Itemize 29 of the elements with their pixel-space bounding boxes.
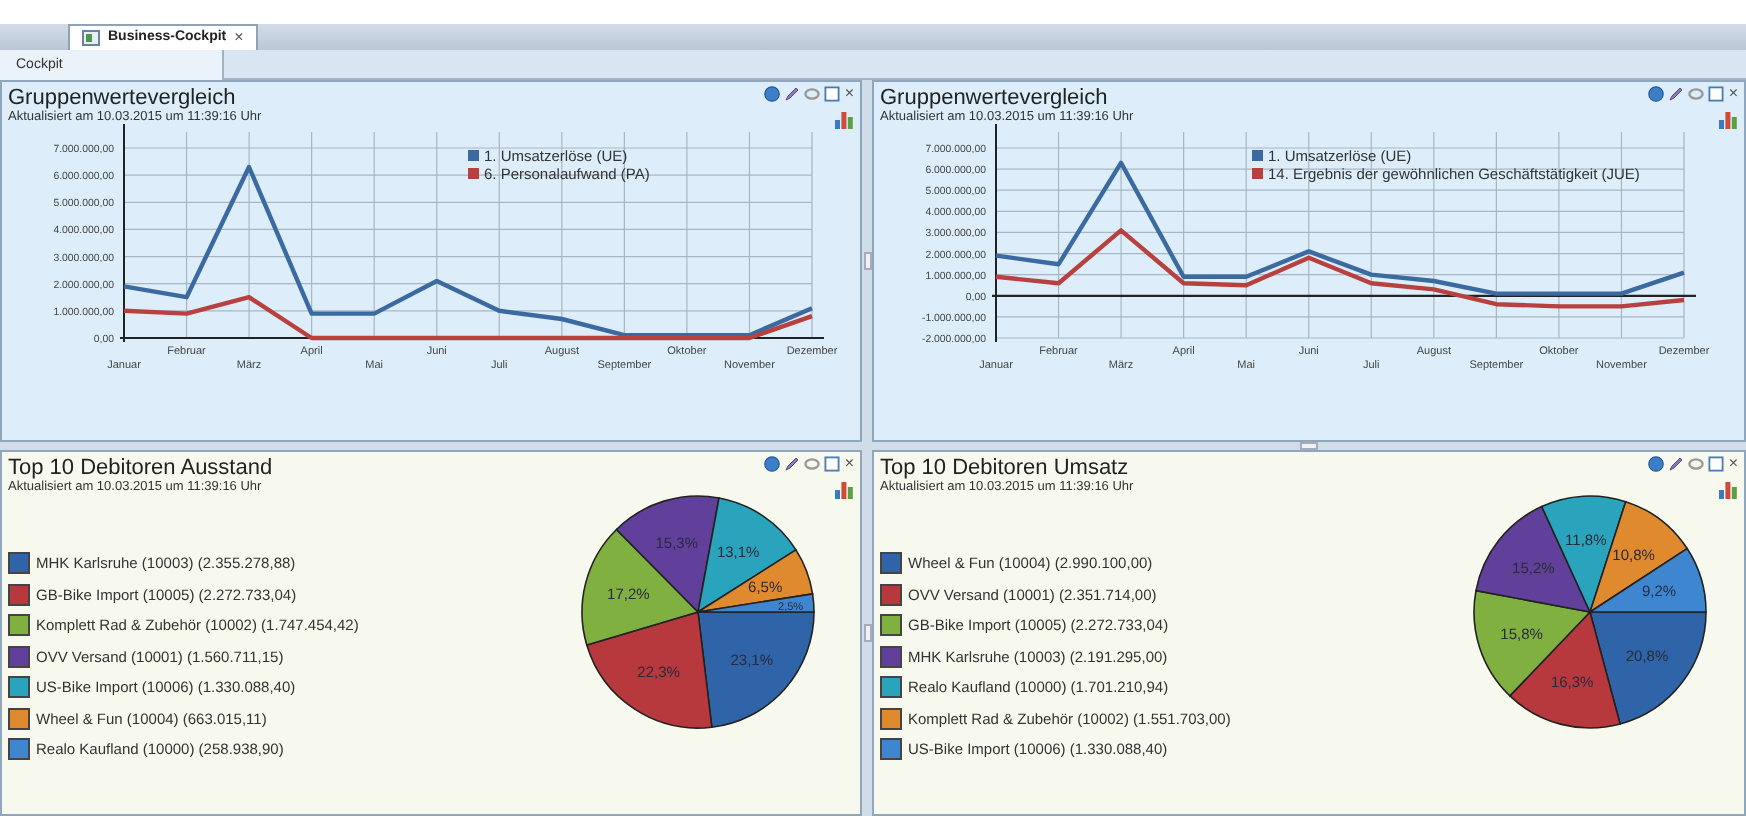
bar-chart-icon[interactable]: [834, 480, 854, 500]
splitter-handle[interactable]: [863, 624, 871, 642]
close-button[interactable]: ×: [844, 86, 854, 102]
panel-title: Top 10 Debitoren Ausstand: [8, 456, 273, 480]
bar-chart-icon[interactable]: [1718, 480, 1738, 500]
bar-chart-icon[interactable]: [1718, 110, 1738, 130]
pencil-icon[interactable]: [1668, 456, 1685, 472]
globe-icon[interactable]: [764, 86, 781, 102]
panel-title: Gruppenwertevergleich: [880, 86, 1110, 110]
maximize-icon[interactable]: [1708, 86, 1725, 102]
maximize-icon[interactable]: [824, 456, 841, 472]
close-button[interactable]: ×: [1728, 86, 1738, 102]
document-icon: [82, 30, 100, 46]
close-button[interactable]: ×: [1728, 456, 1738, 472]
splitter-handle[interactable]: [1300, 442, 1318, 450]
panel-title: Top 10 Debitoren Umsatz: [880, 456, 1131, 480]
pencil-icon[interactable]: [1668, 86, 1685, 102]
panel-title: Gruppenwertevergleich: [8, 86, 238, 110]
close-button[interactable]: ×: [234, 30, 244, 46]
globe-icon[interactable]: [1648, 456, 1665, 472]
globe-icon[interactable]: [764, 456, 781, 472]
close-button[interactable]: ×: [844, 456, 854, 472]
bar-chart-icon[interactable]: [834, 110, 854, 130]
pencil-icon[interactable]: [784, 456, 801, 472]
pencil-icon[interactable]: [784, 86, 801, 102]
maximize-icon[interactable]: [824, 86, 841, 102]
maximize-icon[interactable]: [1708, 456, 1725, 472]
globe-icon[interactable]: [1648, 86, 1665, 102]
splitter-handle[interactable]: [863, 252, 871, 270]
